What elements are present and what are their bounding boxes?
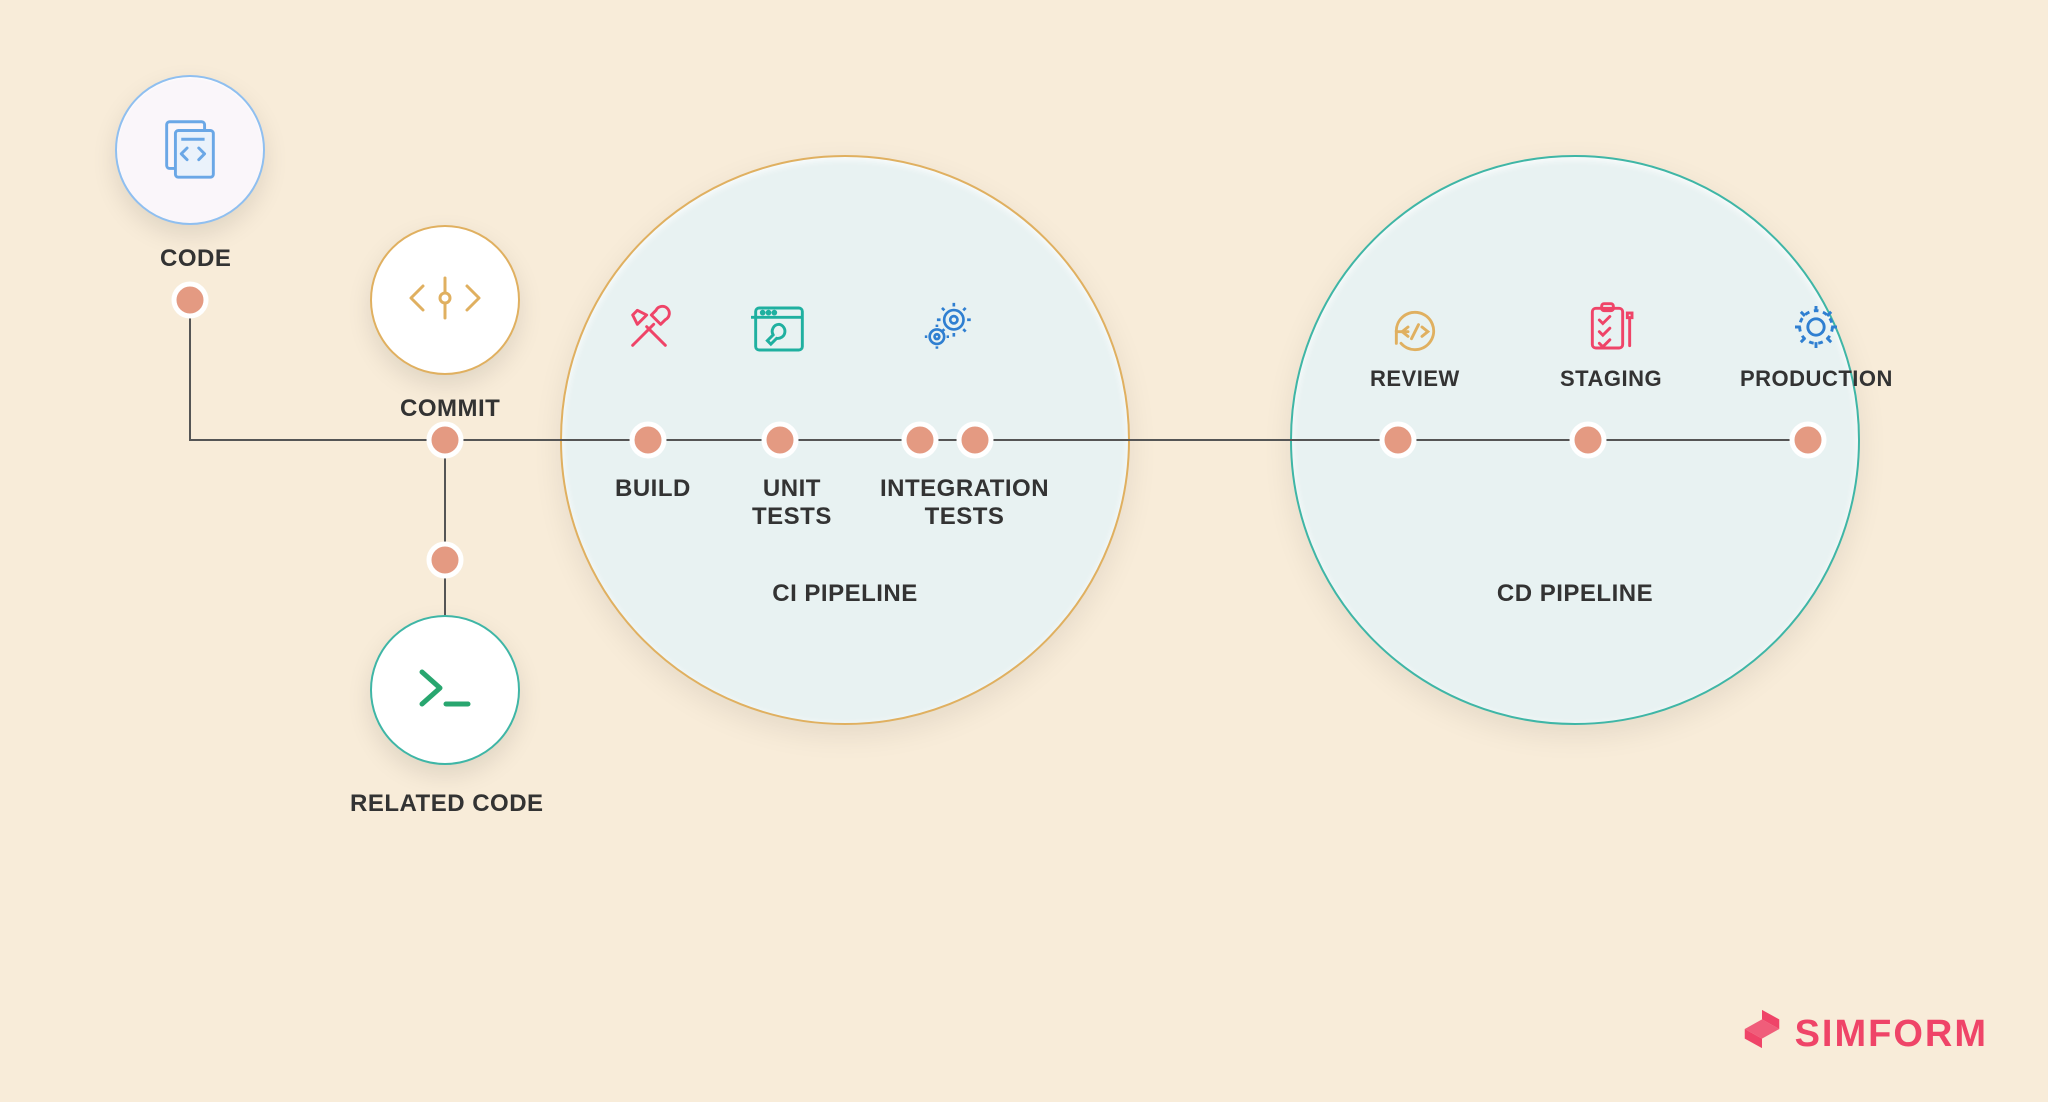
code-node (115, 75, 265, 225)
checklist-icon (1582, 298, 1640, 356)
brand-logo: SIMFORM (1739, 1006, 1988, 1062)
staging-label: STAGING (1560, 366, 1662, 391)
review-stage: REVIEW (1370, 298, 1460, 391)
diagram-canvas: CI PIPELINE CD PIPELINE CODE COMMIT (0, 0, 2048, 1102)
production-stage: PRODUCTION (1740, 298, 1893, 391)
build-stage (620, 300, 678, 358)
commit-icon (405, 268, 485, 333)
related-code-node (370, 615, 520, 765)
cd-pipeline-title: CD PIPELINE (1497, 580, 1653, 608)
ci-pipeline-title: CI PIPELINE (772, 580, 918, 608)
code-label: CODE (160, 245, 231, 273)
staging-stage: STAGING (1560, 298, 1662, 391)
integration-tests-label: INTEGRATION TESTS (880, 475, 1049, 531)
integration-tests-stage (920, 298, 978, 356)
review-icon (1386, 298, 1444, 356)
gear-icon (1787, 298, 1845, 356)
production-label: PRODUCTION (1740, 366, 1893, 391)
terminal-icon (410, 658, 480, 723)
ci-pipeline-circle: CI PIPELINE (560, 155, 1130, 725)
build-label: BUILD (615, 475, 691, 503)
unit-tests-stage (750, 300, 808, 358)
brand-name: SIMFORM (1795, 1013, 1988, 1056)
unit-tests-label: UNIT TESTS (752, 475, 832, 531)
tools-icon (620, 300, 678, 358)
code-file-icon (155, 113, 225, 188)
cd-pipeline-circle: CD PIPELINE (1290, 155, 1860, 725)
commit-label: COMMIT (400, 395, 500, 423)
browser-wrench-icon (750, 300, 808, 358)
related-code-label: RELATED CODE (350, 790, 544, 818)
commit-node (370, 225, 520, 375)
review-label: REVIEW (1370, 366, 1460, 391)
gears-icon (920, 298, 978, 356)
brand-mark-icon (1739, 1006, 1785, 1062)
